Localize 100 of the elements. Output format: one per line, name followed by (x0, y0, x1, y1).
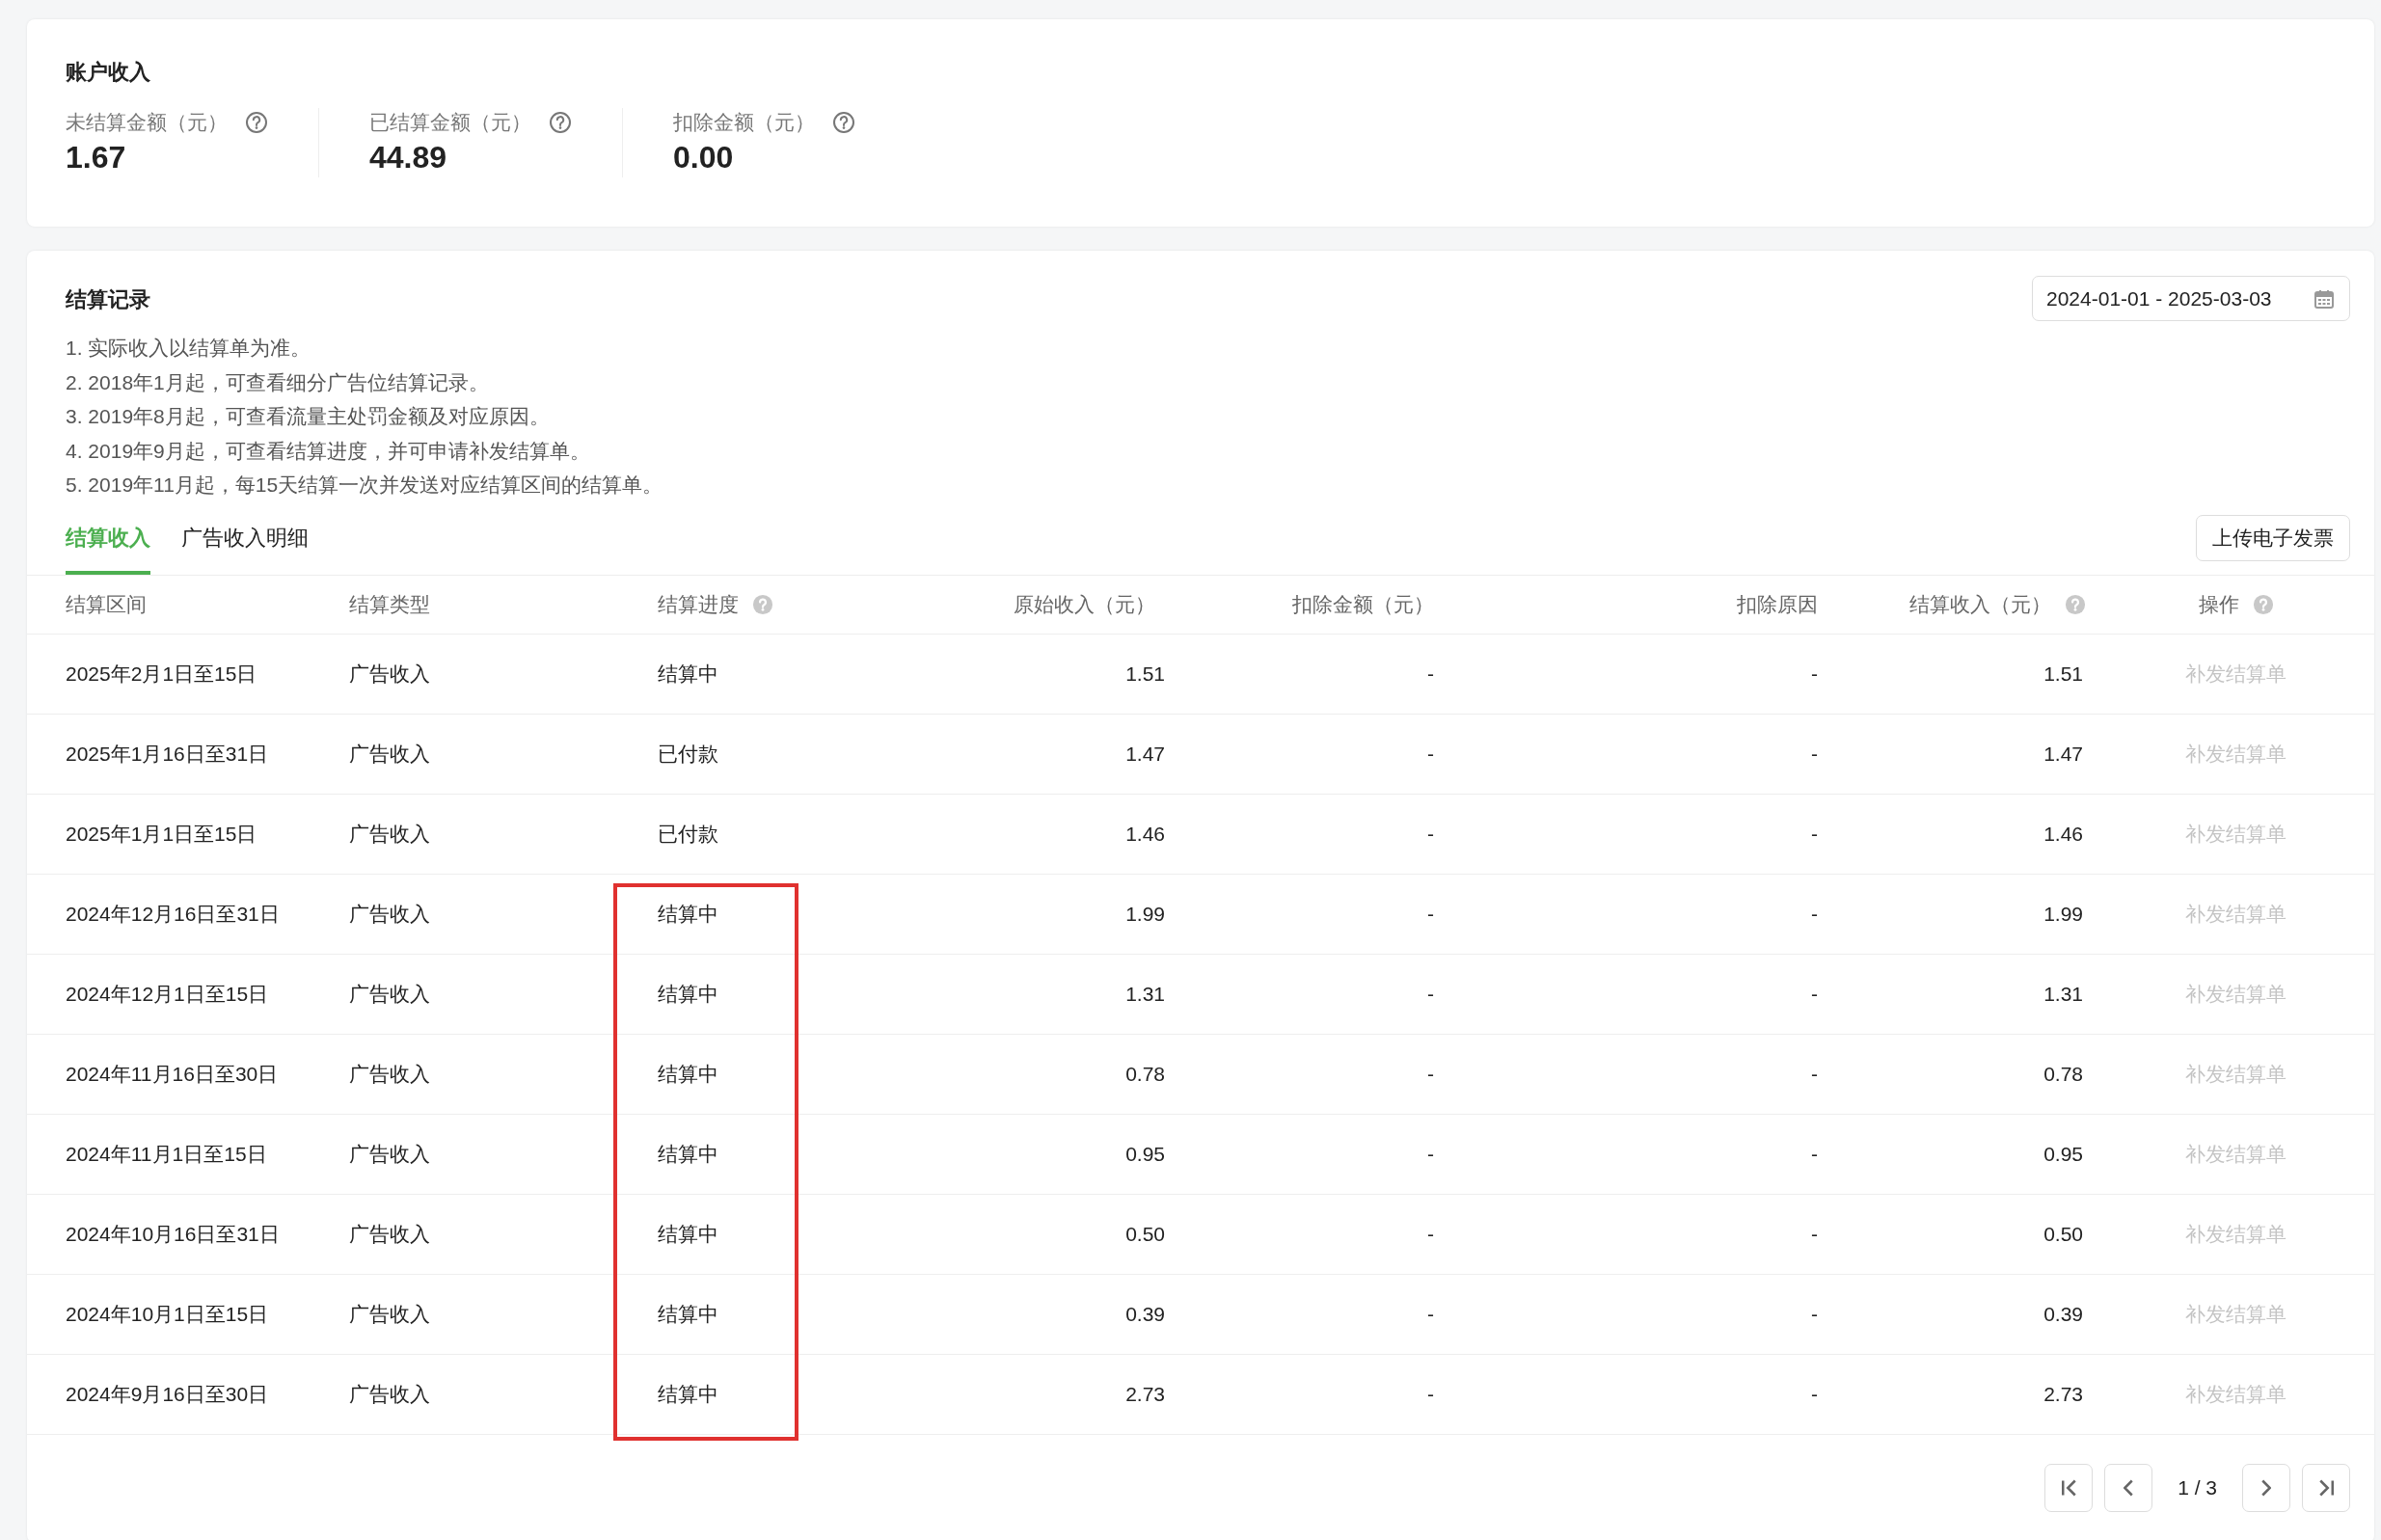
table-cell: 2024年10月16日至31日 (66, 1222, 280, 1245)
table-cell: - (1427, 742, 1434, 765)
column-header: 扣除金额（元） (1292, 591, 1434, 617)
table-cell: 2025年1月1日至15日 (66, 822, 257, 845)
table-cell: 0.50 (2043, 1222, 2083, 1245)
table-cell: 2024年11月16日至30日 (66, 1062, 279, 1085)
next-page-button[interactable] (2242, 1463, 2290, 1512)
table-cell: 广告收入 (349, 1142, 430, 1165)
table-cell: - (1427, 1302, 1434, 1325)
column-header: 结算进度 (658, 591, 739, 617)
table-cell: 0.95 (2043, 1142, 2083, 1165)
table-cell: 2024年12月1日至15日 (66, 982, 269, 1005)
table-cell: - (1427, 1142, 1434, 1165)
stat-label: 未结算金额（元） (66, 110, 228, 135)
table-cell: 结算中 (658, 1302, 718, 1325)
column-header: 结算收入（元） (1909, 591, 2051, 617)
stat-label: 已结算金额（元） (369, 110, 531, 135)
upload-invoice-button[interactable]: 上传电子发票 (2196, 514, 2350, 561)
table-cell: 已付款 (658, 742, 718, 765)
tab[interactable]: 结算收入 (66, 501, 150, 575)
table-cell: 1.47 (1125, 742, 1165, 765)
table-cell: - (1811, 902, 1818, 925)
table-cell: 0.50 (1125, 1222, 1165, 1245)
table-cell: 结算中 (658, 1222, 718, 1245)
table-cell: - (1427, 982, 1434, 1005)
table-cell: 广告收入 (349, 1062, 430, 1085)
table-cell: 结算中 (658, 1142, 718, 1165)
note-text: 3. 2019年8月起，可查看流量主处罚金额及对应原因。 (66, 404, 551, 429)
table-cell: - (1427, 822, 1434, 845)
table-cell: 结算中 (658, 1062, 718, 1085)
table-cell: 广告收入 (349, 982, 430, 1005)
table-cell: - (1427, 662, 1434, 685)
table-cell: 1.46 (1125, 822, 1165, 845)
section-title: 账户收入 (66, 59, 151, 86)
table-cell: 2024年10月1日至15日 (66, 1302, 269, 1325)
note-text: 4. 2019年9月起，可查看结算进度，并可申请补发结算单。 (66, 438, 591, 464)
stat-value: 1.67 (66, 139, 127, 176)
table-cell: - (1811, 1062, 1818, 1085)
section-title: 结算记录 (66, 286, 151, 313)
table-cell: 2.73 (1125, 1382, 1165, 1405)
table-cell: - (1811, 1302, 1818, 1325)
page-indicator: 1 / 3 (2178, 1475, 2217, 1499)
table-cell: 1.31 (1125, 982, 1165, 1005)
table-cell: - (1427, 1222, 1434, 1245)
table-cell: 广告收入 (349, 742, 430, 765)
table-cell: 1.51 (2043, 662, 2083, 685)
table-cell: - (1811, 662, 1818, 685)
chevron-left-icon (2124, 1478, 2134, 1497)
first-page-icon (2061, 1478, 2076, 1497)
table-cell: - (1811, 1222, 1818, 1245)
tab[interactable]: 广告收入明细 (181, 501, 309, 575)
column-header: 结算类型 (349, 591, 430, 617)
table-cell: 2024年9月16日至30日 (66, 1382, 269, 1405)
table-cell: - (1811, 742, 1818, 765)
chevron-right-icon (2261, 1478, 2271, 1497)
note-text: 2. 2018年1月起，可查看细分广告位结算记录。 (66, 369, 490, 395)
first-page-button[interactable] (2044, 1463, 2094, 1512)
table-cell: 1.47 (2043, 742, 2083, 765)
table-cell: 2025年2月1日至15日 (66, 662, 257, 685)
stat-label: 扣除金额（元） (673, 110, 815, 135)
table-cell: 0.39 (2043, 1302, 2083, 1325)
table-cell: 0.78 (1125, 1062, 1165, 1085)
table-cell: 2025年1月16日至31日 (66, 742, 269, 765)
table-cell: 广告收入 (349, 1302, 430, 1325)
table-cell: 结算中 (658, 662, 718, 685)
table-cell: 结算中 (658, 982, 718, 1005)
column-header: 操作 (2198, 591, 2239, 617)
note-text: 1. 实际收入以结算单为准。 (66, 336, 312, 361)
table-cell: 0.78 (2043, 1062, 2083, 1085)
note-text: 5. 2019年11月起，每15天结算一次并发送对应结算区间的结算单。 (66, 473, 663, 498)
table-cell: 广告收入 (349, 662, 430, 685)
table-cell: 1.51 (1125, 662, 1165, 685)
table-cell: - (1811, 822, 1818, 845)
table-cell: 2024年11月1日至15日 (66, 1142, 267, 1165)
table-cell: 2.73 (2043, 1382, 2083, 1405)
stat-value: 0.00 (673, 139, 735, 176)
table-cell: 1.31 (2043, 982, 2083, 1005)
previous-page-button[interactable] (2104, 1463, 2153, 1512)
column-header: 原始收入（元） (1014, 591, 1155, 617)
table-cell: 2024年12月16日至31日 (66, 902, 280, 925)
last-page-button[interactable] (2302, 1463, 2350, 1512)
table-cell: - (1427, 902, 1434, 925)
table-cell: - (1427, 1062, 1434, 1085)
date-range-field[interactable]: 2024-01-01 - 2025-03-03 (2032, 276, 2350, 321)
table-cell: - (1811, 982, 1818, 1005)
table-cell: 0.95 (1125, 1142, 1165, 1165)
table-cell: 1.99 (1125, 902, 1165, 925)
table-cell: 已付款 (658, 822, 718, 845)
table-cell: - (1427, 1382, 1434, 1405)
column-header: 扣除原因 (1737, 591, 1818, 617)
table-cell: 广告收入 (349, 822, 430, 845)
table-cell: - (1811, 1142, 1818, 1165)
table-cell: 广告收入 (349, 1382, 430, 1405)
table-cell: 结算中 (658, 902, 718, 925)
column-header: 结算区间 (66, 591, 147, 617)
stat-value: 44.89 (369, 139, 448, 176)
table-cell: 1.99 (2043, 902, 2083, 925)
table-cell: 结算中 (658, 1382, 718, 1405)
table-cell: 0.39 (1125, 1302, 1165, 1325)
table-cell: 广告收入 (349, 902, 430, 925)
